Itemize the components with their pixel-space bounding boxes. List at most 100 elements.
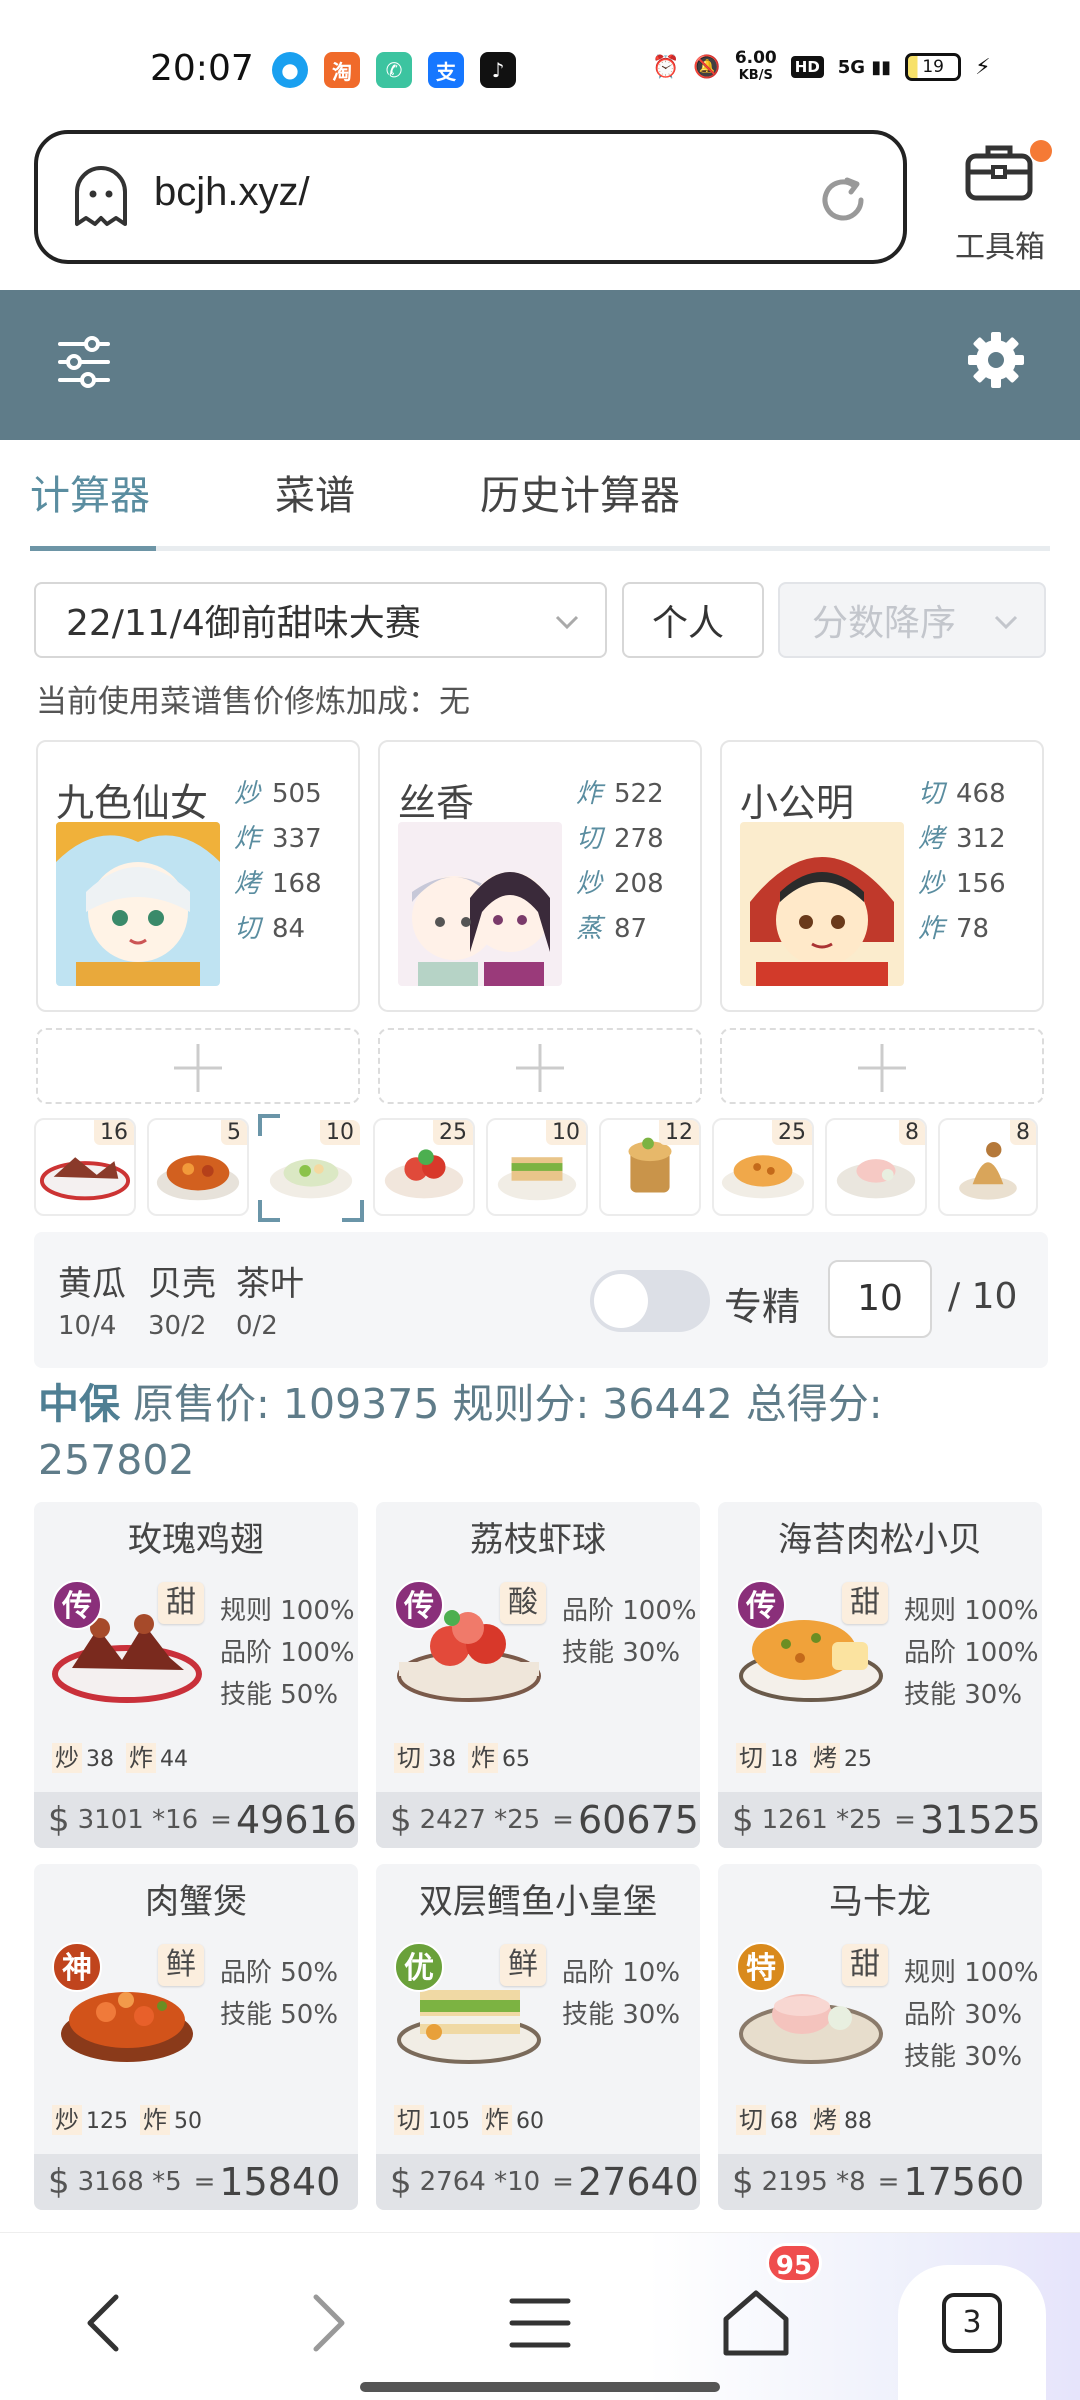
selection-corner xyxy=(258,1200,280,1222)
recipe-bonus-list: 规则 100% 品阶 30% 技能 30% xyxy=(904,1958,1039,2072)
ingredient-name: 贝壳 xyxy=(148,1264,216,1304)
mode-select[interactable]: 个人 xyxy=(622,582,764,658)
chef-card[interactable]: 丝香 炸 522 切 278 炒 208 蒸 87 xyxy=(378,740,702,1012)
dish-thumbnail[interactable]: 16 xyxy=(34,1118,136,1216)
dish-count: 5 xyxy=(221,1120,247,1145)
rarity-badge: 传 xyxy=(736,1580,786,1630)
charging-icon: ⚡ xyxy=(975,54,991,80)
score-text: 原售价: 109375 规则分: 36442 总得分: 257802 xyxy=(38,1380,883,1484)
dish-thumbnail[interactable]: 12 xyxy=(599,1118,701,1216)
chevron-down-icon xyxy=(555,615,579,630)
ingredient-name: 黄瓜 xyxy=(58,1264,126,1304)
tab-history-calculator[interactable]: 历史计算器 xyxy=(480,466,680,552)
chef-name: 丝香 xyxy=(398,781,475,825)
chef-skill-list: 炸 522 切 278 炒 208 蒸 87 xyxy=(576,779,664,944)
recipe-price-bar: $ 2195 *8 = 17560 xyxy=(718,2154,1042,2210)
filter-menu-icon[interactable] xyxy=(58,334,110,390)
recipe-title: 马卡龙 xyxy=(829,1882,931,1922)
contest-select-value: 22/11/4御前甜味大赛 xyxy=(66,603,421,644)
equals-sign: = xyxy=(210,1805,232,1835)
toggle-knob xyxy=(594,1274,648,1328)
recipe-bonus-list: 规则 100% 品阶 100% 技能 30% xyxy=(904,1596,1039,1710)
add-equip-slot[interactable] xyxy=(720,1028,1044,1104)
gesture-home-bar[interactable] xyxy=(360,2382,720,2392)
add-equip-slot[interactable] xyxy=(378,1028,702,1104)
sort-select[interactable]: 分数降序 xyxy=(778,582,1046,658)
recipe-title: 肉蟹煲 xyxy=(145,1882,247,1922)
settings-gear-icon[interactable] xyxy=(966,330,1026,390)
tab-recipes[interactable]: 菜谱 xyxy=(275,466,480,552)
browser-bottom-nav: 95 3 xyxy=(0,2232,1080,2400)
dish-count: 8 xyxy=(1010,1120,1036,1145)
dish-thumbnail[interactable]: 25 xyxy=(712,1118,814,1216)
chef-card[interactable]: 小公明 切 468 烤 312 炒 156 炸 78 xyxy=(720,740,1044,1012)
home-icon[interactable] xyxy=(716,2283,796,2363)
recipe-bonus-list: 规则 100% 品阶 100% 技能 50% xyxy=(220,1596,355,1710)
dish-thumbnail[interactable]: 8 xyxy=(938,1118,1038,1216)
recipe-skill-req: 切 38 炸 65 xyxy=(394,1738,530,1773)
recipe-price-calc: 3101 *16 xyxy=(77,1805,199,1835)
dish-thumbnail-selected[interactable]: 10 xyxy=(258,1114,364,1222)
add-equip-slot[interactable] xyxy=(36,1028,360,1104)
plus-icon xyxy=(516,1044,564,1092)
contest-select[interactable]: 22/11/4御前甜味大赛 xyxy=(34,582,607,658)
dish-count: 16 xyxy=(94,1120,134,1145)
chef-name: 九色仙女 xyxy=(56,781,209,825)
ingredient-panel: 黄瓜 10/4 贝壳 30/2 茶叶 0/2 专精 10 / 10 xyxy=(34,1232,1048,1368)
recipe-card[interactable]: 双层鳕鱼小皇堡 优 鲜 品阶 10% 技能 30% 切 105 炸 60 $ 276… xyxy=(376,1864,700,2210)
specialty-level-input[interactable]: 10 xyxy=(828,1260,932,1338)
rarity-badge: 特 xyxy=(736,1942,786,1992)
recipe-card[interactable]: 荔枝虾球 传 酸 品阶 100% 技能 30% 切 38 炸 65 $ 2427 *… xyxy=(376,1502,700,1848)
recipe-title: 双层鳕鱼小皇堡 xyxy=(419,1882,657,1922)
dish-thumbnail[interactable]: 10 xyxy=(486,1118,588,1216)
plus-icon xyxy=(858,1044,906,1092)
chef-name: 小公明 xyxy=(740,781,855,825)
recipe-card[interactable]: 肉蟹煲 神 鲜 品阶 50% 技能 50% 炒 125 炸 50 $ 3168 *5… xyxy=(34,1864,358,2210)
tab-switcher-button[interactable]: 3 xyxy=(898,2265,1046,2400)
dollar-icon: $ xyxy=(732,1800,754,1840)
forward-icon[interactable] xyxy=(286,2283,366,2363)
flavor-tag: 甜 xyxy=(158,1582,204,1624)
rarity-badge: 神 xyxy=(52,1942,102,1992)
dish-thumbnail[interactable]: 8 xyxy=(825,1118,927,1216)
tab-active-indicator xyxy=(30,546,156,551)
menu-icon[interactable] xyxy=(500,2283,580,2363)
back-icon[interactable] xyxy=(66,2283,146,2363)
recipe-card[interactable]: 马卡龙 特 甜 规则 100% 品阶 30% 技能 30% 切 68 烤 88 $ … xyxy=(718,1864,1042,2210)
flavor-tag: 酸 xyxy=(500,1582,546,1624)
ingredient-item: 黄瓜 10/4 xyxy=(58,1256,126,1341)
chef-card[interactable]: 九色仙女 炒 505 炸 337 烤 168 切 84 xyxy=(36,740,360,1012)
chef-skill-list: 切 468 烤 312 炒 156 炸 78 xyxy=(918,779,1006,944)
toolbox-button[interactable]: 工具箱 xyxy=(950,140,1060,265)
dish-thumbnail[interactable]: 5 xyxy=(147,1118,249,1216)
score-grade: 中保 xyxy=(38,1380,120,1428)
address-bar[interactable]: bcjh.xyz/ xyxy=(34,130,907,264)
dish-count: 12 xyxy=(659,1120,699,1145)
reload-icon[interactable] xyxy=(813,170,873,230)
status-bar: 20:07 ● 淘 ✆ 支 ♪ ⏰ 🔕 6.00 KB/S HD 5G ▮▮ 1… xyxy=(0,0,1080,120)
recipe-price-bar: $ 3168 *5 = 15840 xyxy=(34,2154,358,2210)
recipe-card[interactable]: 海苔肉松小贝 传 甜 规则 100% 品阶 100% 技能 30% 切 18 烤2… xyxy=(718,1502,1042,1848)
recipe-total: 27640 xyxy=(577,2160,699,2204)
dish-count: 25 xyxy=(433,1120,473,1145)
dollar-icon: $ xyxy=(732,2162,754,2202)
dish-count: 8 xyxy=(899,1120,925,1145)
net-speed: 6.00 KB/S xyxy=(734,48,777,84)
recipe-skill-req: 切 105 炸 60 xyxy=(394,2100,544,2135)
url-text[interactable]: bcjh.xyz/ xyxy=(154,170,310,215)
qq-icon: ● xyxy=(272,52,308,88)
tab-calculator[interactable]: 计算器 xyxy=(30,466,275,552)
specialty-label: 专精 xyxy=(724,1285,801,1329)
ingredient-value: 0/2 xyxy=(236,1311,278,1341)
specialty-toggle[interactable] xyxy=(590,1270,710,1332)
phone-icon: ✆ xyxy=(376,52,412,88)
flavor-tag: 鲜 xyxy=(158,1944,204,1986)
recipe-title: 海苔肉松小贝 xyxy=(778,1520,982,1560)
dollar-icon: $ xyxy=(390,2162,412,2202)
recipe-card[interactable]: 玫瑰鸡翅 传 甜 规则 100% 品阶 100% 技能 50% 炒 38 炸 44 … xyxy=(34,1502,358,1848)
status-system-icons: ⏰ 🔕 6.00 KB/S HD 5G ▮▮ 19 ⚡ xyxy=(652,50,991,84)
recipe-price-calc: 1261 *25 xyxy=(761,1805,883,1835)
chef-avatar xyxy=(740,822,904,986)
dish-thumbnail[interactable]: 25 xyxy=(373,1118,475,1216)
equals-sign: = xyxy=(193,2167,216,2197)
